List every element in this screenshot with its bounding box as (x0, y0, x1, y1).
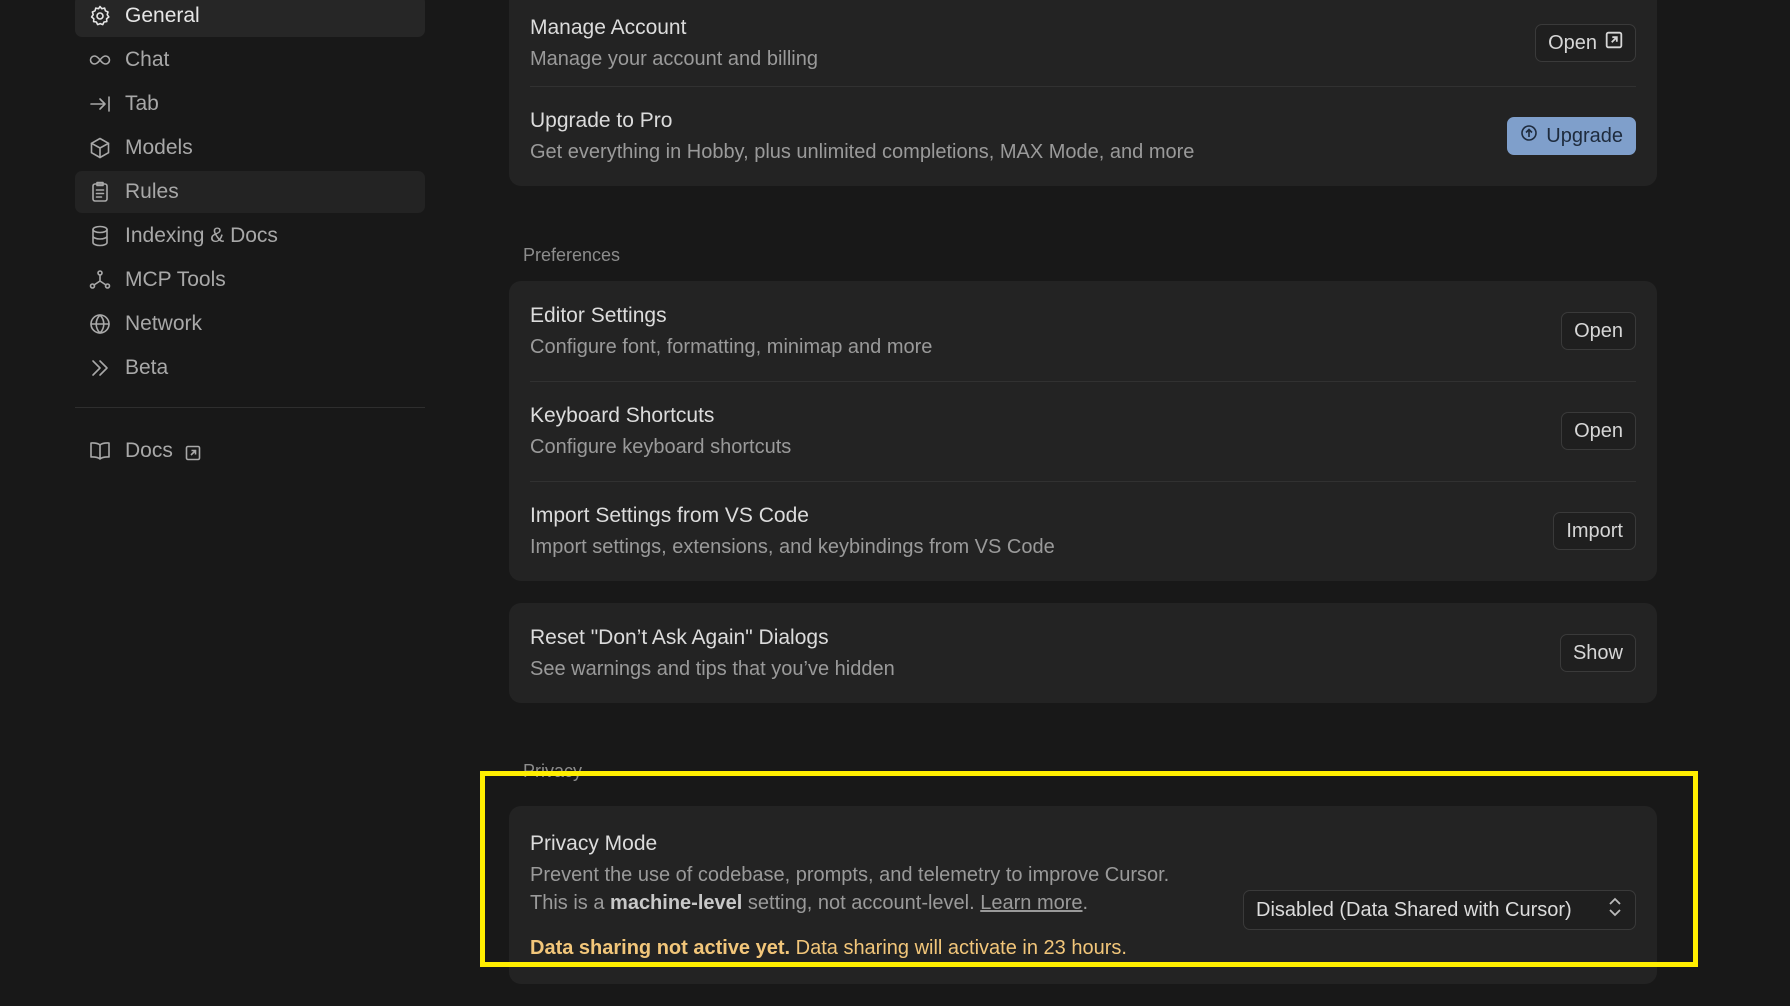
sidebar-item-beta[interactable]: Beta (75, 347, 425, 389)
sidebar-item-tab[interactable]: Tab (75, 83, 425, 125)
sidebar-item-indexing-docs[interactable]: Indexing & Docs (75, 215, 425, 257)
row-description: Configure font, formatting, minimap and … (530, 335, 933, 358)
privacy-mode-row: Privacy Mode Prevent the use of codebase… (509, 806, 1657, 960)
globe-icon (87, 311, 113, 337)
privacy-section-label: Privacy (523, 761, 583, 781)
infinity-icon (87, 47, 113, 73)
sidebar-item-rules[interactable]: Rules (75, 171, 425, 213)
settings-sidebar: General Chat Tab Models Rules Indexing &… (75, 0, 425, 474)
reset-dialogs-card: Reset "Don’t Ask Again" Dialogs See warn… (509, 603, 1657, 703)
row-title: Editor Settings (530, 303, 667, 327)
keyboard-shortcuts-row: Keyboard Shortcuts Configure keyboard sh… (509, 381, 1657, 481)
select-value: Disabled (Data Shared with Cursor) (1256, 898, 1572, 921)
show-button[interactable]: Show (1559, 634, 1636, 672)
button-label: Open (1548, 31, 1597, 54)
row-description: Configure keyboard shortcuts (530, 435, 792, 458)
row-description: Import settings, extensions, and keybind… (530, 535, 1055, 558)
manage-account-row: Manage Account Manage your account and b… (509, 0, 1657, 86)
preferences-section-label: Preferences (523, 245, 621, 265)
sidebar-item-label: Rules (125, 180, 179, 203)
row-description: See warnings and tips that you’ve hidden (530, 657, 895, 680)
learn-more-link[interactable]: Learn more (980, 892, 1082, 914)
row-title: Manage Account (530, 15, 687, 39)
row-title: Import Settings from VS Code (530, 503, 809, 527)
row-title: Keyboard Shortcuts (530, 403, 715, 427)
row-title: Reset "Don’t Ask Again" Dialogs (530, 625, 829, 649)
sidebar-item-general[interactable]: General (75, 0, 425, 37)
external-link-icon (185, 443, 201, 461)
warning-text: Data sharing will activate in 23 hours. (790, 937, 1127, 959)
keyboard-shortcuts-open-button[interactable]: Open (1561, 412, 1636, 450)
import-vscode-row: Import Settings from VS Code Import sett… (509, 481, 1657, 581)
upgrade-button[interactable]: Upgrade (1507, 117, 1636, 155)
sidebar-item-label: Models (125, 136, 193, 159)
account-card: Manage Account Manage your account and b… (509, 0, 1657, 186)
network-node-icon (87, 267, 113, 293)
book-icon (87, 438, 113, 464)
desc-text: This is a (530, 892, 611, 914)
sidebar-item-label: Network (125, 312, 203, 335)
double-chevron-icon (87, 355, 113, 381)
sidebar-item-label: Tab (125, 92, 159, 115)
privacy-desc-line2: This is a machine-level setting, not acc… (530, 889, 1169, 917)
sidebar-item-label: MCP Tools (125, 268, 226, 291)
database-icon (87, 223, 113, 249)
chevron-up-down-icon (1607, 896, 1623, 924)
preferences-card: Editor Settings Configure font, formatti… (509, 281, 1657, 581)
upgrade-pro-row: Upgrade to Pro Get everything in Hobby, … (509, 86, 1657, 186)
arrow-up-circle-icon (1520, 124, 1538, 148)
sidebar-item-docs[interactable]: Docs (75, 430, 425, 472)
sidebar-item-label: Beta (125, 356, 169, 379)
button-label: Upgrade (1546, 124, 1623, 147)
sidebar-divider (75, 407, 425, 408)
privacy-desc-line1: Prevent the use of codebase, prompts, an… (530, 864, 1170, 886)
sidebar-item-models[interactable]: Models (75, 127, 425, 169)
warning-bold: Data sharing not active yet. (530, 937, 791, 959)
cube-icon (87, 135, 113, 161)
manage-account-open-button[interactable]: Open (1535, 24, 1636, 62)
sidebar-item-label: Docs (125, 439, 173, 462)
desc-bold: machine-level (610, 892, 743, 914)
gear-icon (87, 3, 113, 29)
import-button[interactable]: Import (1553, 512, 1636, 550)
reset-dialogs-row: Reset "Don’t Ask Again" Dialogs See warn… (509, 603, 1657, 703)
row-description: Manage your account and billing (530, 47, 818, 70)
privacy-mode-select[interactable]: Disabled (Data Shared with Cursor) (1243, 890, 1636, 930)
external-link-icon (1605, 31, 1623, 55)
row-title: Upgrade to Pro (530, 108, 673, 132)
privacy-mode-description: Prevent the use of codebase, prompts, an… (530, 861, 1169, 917)
desc-text: . (1082, 892, 1089, 914)
row-description: Get everything in Hobby, plus unlimited … (530, 140, 1195, 163)
sidebar-item-label: General (125, 4, 200, 27)
sidebar-item-mcp-tools[interactable]: MCP Tools (75, 259, 425, 301)
editor-settings-row: Editor Settings Configure font, formatti… (509, 281, 1657, 381)
privacy-card: Privacy Mode Prevent the use of codebase… (509, 806, 1657, 984)
sidebar-item-chat[interactable]: Chat (75, 39, 425, 81)
clipboard-icon (87, 179, 113, 205)
arrow-right-bar-icon (87, 91, 113, 117)
settings-main: Manage Account Manage your account and b… (509, 0, 1657, 1006)
sidebar-item-label: Chat (125, 48, 170, 71)
sidebar-item-network[interactable]: Network (75, 303, 425, 345)
sidebar-item-label: Indexing & Docs (125, 224, 278, 247)
data-sharing-warning: Data sharing not active yet. Data sharin… (530, 937, 1169, 960)
privacy-mode-title: Privacy Mode (530, 832, 658, 855)
desc-text: setting, not account-level. (742, 892, 981, 914)
editor-settings-open-button[interactable]: Open (1561, 312, 1636, 350)
